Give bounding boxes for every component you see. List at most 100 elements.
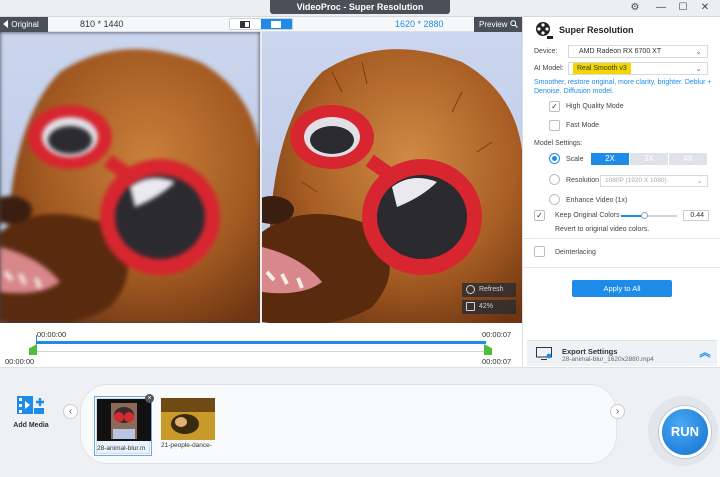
ai-model-select[interactable]: Real Smooth v3 ⌄	[568, 62, 708, 75]
dog-thumbnail	[97, 399, 151, 441]
add-media-label: Add Media	[13, 422, 49, 429]
title-bar: VideoProc - Super Resolution ⚙ — ☐ ✕	[0, 0, 720, 17]
trim-end-time: 00:00:07	[482, 330, 512, 339]
minimize-icon[interactable]: —	[654, 1, 668, 15]
resolution-value: 1080P (1920 X 1080)	[605, 177, 667, 184]
trim-start-handle[interactable]	[29, 344, 37, 355]
preview-tab[interactable]: Preview	[474, 17, 522, 32]
device-value: AMD Radeon RX 6700 XT	[579, 48, 662, 55]
resolution-label: Resolution	[566, 177, 600, 184]
media-bar: Add Media ‹ › × 28-animal-blur.m 21-peop…	[0, 367, 720, 477]
chevron-down-icon: ⌄	[695, 64, 702, 73]
split-compare-button[interactable]	[230, 19, 261, 29]
enhance-radio[interactable]	[549, 194, 560, 205]
zoom-icon	[466, 302, 475, 311]
original-preview-pane	[0, 32, 260, 323]
deinterlacing-label: Deinterlacing	[555, 249, 596, 256]
media-item[interactable]: 21-people-dance-	[161, 398, 215, 454]
keep-colors-value[interactable]: 0.44	[683, 210, 709, 221]
gear-icon[interactable]: ⚙	[628, 1, 642, 15]
resolution-select[interactable]: 1080P (1920 X 1080) ⌄	[600, 175, 708, 187]
export-settings-title: Export Settings	[562, 347, 618, 356]
dog-image-enhanced	[262, 32, 522, 323]
monitor-icon	[536, 347, 552, 360]
expand-up-icon[interactable]: ︽	[699, 346, 711, 360]
high-quality-label: High Quality Mode	[566, 103, 624, 110]
timeline-base	[36, 351, 486, 352]
original-tab[interactable]: Original	[0, 17, 48, 32]
chevron-down-icon: ⌄	[696, 176, 703, 185]
media-item[interactable]: × 28-animal-blur.m	[94, 394, 154, 456]
fast-mode-checkbox[interactable]	[549, 120, 560, 131]
device-select[interactable]: AMD Radeon RX 6700 XT ⌄	[568, 45, 708, 58]
triangle-left-icon	[3, 20, 8, 28]
trim-end-handle[interactable]	[484, 344, 492, 355]
original-resolution: 810 * 1440	[80, 19, 124, 29]
media-thumbnail	[161, 398, 215, 440]
add-video-icon	[17, 396, 44, 414]
scale-radio[interactable]	[549, 153, 560, 164]
refresh-button[interactable]: Refresh	[462, 283, 516, 297]
ai-model-label: AI Model:	[534, 65, 564, 72]
panel-title: Super Resolution	[559, 25, 634, 35]
scale-4x-button[interactable]: 4X	[669, 153, 707, 165]
refresh-icon	[466, 285, 475, 294]
chevron-down-icon: ⌄	[695, 47, 702, 56]
preview-area[interactable]: Refresh 42%	[0, 32, 522, 323]
preview-header: Original 810 * 1440 1620 * 2880 Preview	[0, 17, 522, 32]
output-resolution: 1620 * 2880	[395, 19, 444, 29]
output-preview-pane	[262, 32, 522, 323]
dog-image-original	[0, 32, 260, 323]
settings-panel: Super Resolution Device: AMD Radeon RX 6…	[522, 17, 720, 367]
search-icon	[509, 20, 518, 28]
device-label: Device:	[534, 48, 558, 55]
run-button[interactable]: RUN	[659, 406, 711, 458]
split-view-icon	[240, 21, 250, 28]
ai-model-value: Real Smooth v3	[573, 63, 631, 74]
side-by-side-compare-button[interactable]	[261, 19, 292, 29]
close-icon[interactable]: ✕	[698, 1, 712, 15]
keep-colors-slider[interactable]	[621, 212, 677, 219]
fast-mode-label: Fast Mode	[566, 122, 600, 129]
media-item-name: 21-people-dance-	[161, 442, 212, 449]
side-by-side-icon	[271, 21, 281, 28]
original-label: Original	[11, 20, 39, 29]
divider	[523, 238, 720, 239]
end-time: 00:00:07	[482, 357, 512, 366]
export-filename: 28-animal-blur_1620x2880.mp4	[562, 356, 654, 363]
apply-to-all-button[interactable]: Apply to All	[572, 280, 672, 297]
scale-2x-button[interactable]: 2X	[591, 153, 629, 165]
high-quality-checkbox[interactable]: ✓	[549, 101, 560, 112]
ai-model-description: Smoother, restore original, more clarity…	[534, 79, 712, 95]
remove-media-icon[interactable]: ×	[145, 394, 154, 403]
model-settings-label: Model Settings:	[534, 140, 583, 147]
resolution-radio[interactable]	[549, 174, 560, 185]
start-time: 00:00:00	[5, 357, 35, 366]
add-media-button[interactable]: Add Media	[10, 394, 52, 429]
media-thumbnail	[97, 399, 151, 441]
next-arrow-button[interactable]: ›	[610, 404, 625, 419]
export-settings[interactable]: Export Settings 28-animal-blur_1620x2880…	[527, 340, 717, 366]
maximize-icon[interactable]: ☐	[676, 1, 690, 15]
dance-thumbnail	[161, 398, 215, 440]
prev-arrow-button[interactable]: ‹	[63, 404, 78, 419]
deinterlacing-checkbox[interactable]	[534, 246, 545, 257]
compare-mode-toggle[interactable]	[229, 18, 293, 30]
current-time: 00:00:00	[37, 330, 67, 339]
scale-label: Scale	[566, 156, 584, 163]
scale-3x-button[interactable]: 3X	[630, 153, 668, 165]
timeline[interactable]: 00:00:00 00:00:07 00:00:00 00:00:07	[0, 323, 522, 367]
refresh-label: Refresh	[479, 286, 504, 293]
keep-colors-checkbox[interactable]: ✓	[534, 210, 545, 221]
zoom-level: 42%	[479, 303, 494, 310]
slider-knob[interactable]	[641, 212, 648, 219]
keep-colors-label: Keep Original Colors	[555, 212, 620, 219]
enhance-label: Enhance Video (1x)	[566, 197, 628, 204]
film-reel-icon	[536, 22, 553, 39]
revert-colors-hint: Revert to original video colors.	[555, 226, 650, 233]
preview-label: Preview	[479, 20, 508, 29]
zoom-button[interactable]: 42%	[462, 300, 516, 314]
window-title: VideoProc - Super Resolution	[270, 0, 450, 14]
divider	[523, 267, 720, 268]
trim-range[interactable]	[36, 341, 486, 344]
